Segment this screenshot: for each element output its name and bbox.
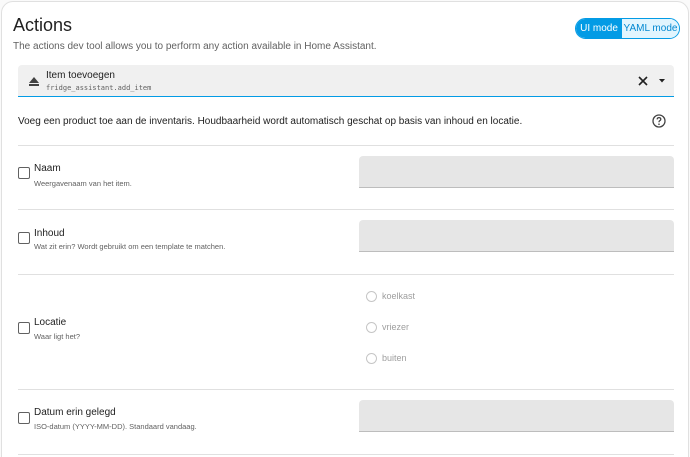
chevron-down-icon[interactable] bbox=[658, 78, 666, 84]
datum-input[interactable] bbox=[359, 400, 674, 432]
eject-icon bbox=[29, 77, 39, 86]
divider bbox=[18, 389, 674, 390]
yaml-mode-button[interactable]: YAML mode bbox=[622, 19, 679, 38]
radio-label-buiten: buiten bbox=[382, 353, 407, 363]
radio-buiten[interactable] bbox=[366, 353, 377, 364]
action-description: Voeg een product toe aan de inventaris. … bbox=[18, 116, 523, 127]
radio-label-vriezer: vriezer bbox=[382, 322, 410, 332]
radio-label-koelkast: koelkast bbox=[382, 291, 416, 301]
field-help: Wat zit erin? Wordt gebruikt om een temp… bbox=[34, 242, 226, 251]
mode-toggle: UI mode YAML mode bbox=[575, 18, 680, 39]
inhoud-input[interactable] bbox=[359, 220, 674, 252]
field-help: Waar ligt het? bbox=[34, 332, 80, 341]
ui-mode-button[interactable]: UI mode bbox=[576, 19, 622, 38]
field-help: ISO-datum (YYYY-MM-DD). Standaard vandaa… bbox=[34, 422, 197, 431]
divider bbox=[18, 145, 674, 146]
actions-card: Actions The actions dev tool allows you … bbox=[1, 1, 689, 457]
divider bbox=[18, 274, 674, 275]
field-label: Naam bbox=[34, 163, 61, 174]
field-label: Inhoud bbox=[34, 228, 65, 239]
field-label: Datum erin gelegd bbox=[34, 407, 116, 418]
action-id: fridge_assistant.add_item bbox=[46, 84, 152, 92]
divider bbox=[18, 454, 674, 455]
inhoud-checkbox[interactable] bbox=[18, 232, 30, 244]
help-icon[interactable] bbox=[652, 114, 666, 128]
field-label: Locatie bbox=[34, 317, 67, 328]
action-selector[interactable]: Item toevoegen fridge_assistant.add_item bbox=[18, 65, 674, 97]
radio-koelkast[interactable] bbox=[366, 291, 377, 302]
action-label: Item toevoegen bbox=[46, 70, 115, 81]
naam-input[interactable] bbox=[359, 156, 674, 188]
field-help: Weergavenaam van het item. bbox=[34, 179, 132, 188]
page-subtitle: The actions dev tool allows you to perfo… bbox=[13, 41, 377, 52]
clear-icon[interactable] bbox=[636, 74, 650, 88]
naam-checkbox[interactable] bbox=[18, 167, 30, 179]
locatie-checkbox[interactable] bbox=[18, 322, 30, 334]
datum-checkbox[interactable] bbox=[18, 412, 30, 424]
divider bbox=[18, 209, 674, 210]
radio-vriezer[interactable] bbox=[366, 322, 377, 333]
page-title: Actions bbox=[13, 15, 73, 35]
